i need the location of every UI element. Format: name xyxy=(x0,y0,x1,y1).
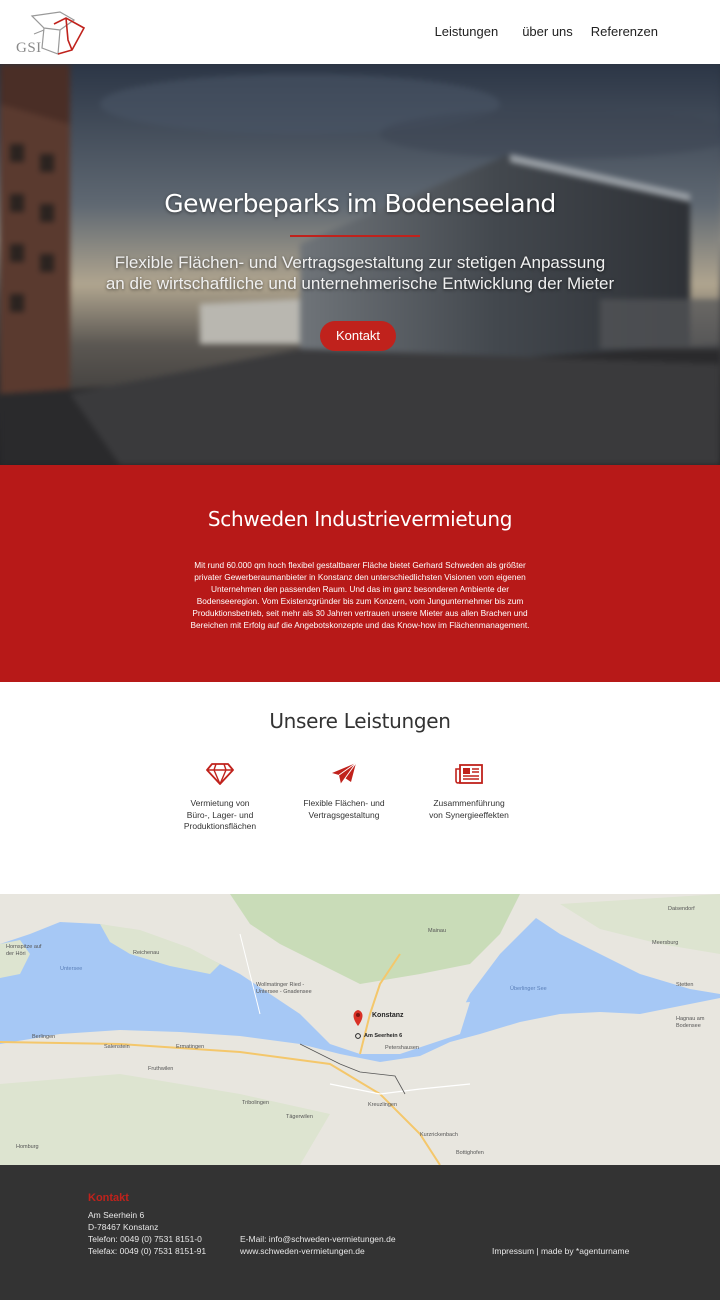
services-section: Unsere Leistungen Vermietung von Büro-, … xyxy=(0,682,720,894)
hero-title: Gewerbeparks im Bodenseeland xyxy=(164,189,556,218)
about-text: Mit rund 60.000 qm hoch flexibel gestalt… xyxy=(190,560,530,630)
service-label: Flexible Flächen- und Vertragsgestaltung xyxy=(284,798,404,821)
footer-phone: Telefon: 0049 (0) 7531 8151-0 xyxy=(88,1234,202,1244)
footer-city: D-78467 Konstanz xyxy=(88,1222,159,1232)
map-label-salenstein: Salenstein xyxy=(104,1044,130,1050)
service-label-line: Vertragsgestaltung xyxy=(308,809,380,820)
map-marker-label: Am Seerhein 6 xyxy=(364,1033,403,1039)
about-section: Schweden Industrievermietung Mit rund 60… xyxy=(0,465,720,682)
map-label-hagnau: Hagnau am Bodensee xyxy=(676,1016,705,1029)
nav-leistungen[interactable]: Leistungen xyxy=(435,24,499,39)
services-title: Unsere Leistungen xyxy=(269,709,451,733)
map-canvas[interactable] xyxy=(0,894,720,1165)
about-title: Schweden Industrievermietung xyxy=(207,507,513,531)
main-nav: Leistungen über uns Referenzen xyxy=(435,24,658,39)
map-label-taegerwilen: Tägerwilen xyxy=(286,1114,313,1120)
logo[interactable]: GSI xyxy=(14,10,86,58)
footer-fax: Telefax: 0049 (0) 7531 8151-91 xyxy=(88,1246,207,1256)
service-label-line: Vermietung von xyxy=(190,798,250,808)
logo-text: GSI xyxy=(16,40,42,56)
hero-subtitle-line: Flexible Flächen- und Vertragsgestaltung… xyxy=(114,253,606,272)
footer-legal: Impressum | made by *agenturname xyxy=(492,1245,629,1257)
nav-ueber-uns[interactable]: über uns xyxy=(522,24,573,39)
map-label-berlingen: Berlingen xyxy=(32,1034,56,1040)
location-map[interactable]: Konstanz Am Seerhein 6 Reichenau Mainau … xyxy=(0,894,720,1165)
map-label-meersburg: Meersburg xyxy=(652,940,679,946)
map-label-kurzrickenbach: Kurzrickenbach xyxy=(420,1132,458,1138)
map-label-kreuzlingen: Kreuzlingen xyxy=(368,1102,398,1108)
map-label-hornspitze: Hornspitze auf der Höri xyxy=(6,944,42,957)
service-label-line: Produktionsflächen xyxy=(183,821,257,831)
footer-web-link[interactable]: www.schweden-vermietungen.de xyxy=(240,1245,396,1257)
map-label-ermatingen: Ermatingen xyxy=(176,1044,205,1050)
map-label-untersee: Untersee xyxy=(60,966,83,972)
map-label-mainau: Mainau xyxy=(428,928,447,934)
footer-contact-title: Kontakt xyxy=(88,1192,129,1204)
newspaper-icon xyxy=(455,764,483,784)
footer-address: Am Seerhein 6 D-78467 Konstanz Telefon: … xyxy=(88,1209,206,1257)
service-label: Vermietung von Büro-, Lager- und Produkt… xyxy=(160,798,280,833)
service-label: Zusammenführung von Synergieeffekten xyxy=(409,798,529,821)
service-label-line: Flexible Flächen- und xyxy=(303,798,385,808)
map-label-daisendorf: Daisendorf xyxy=(668,906,695,912)
service-item: Zusammenführung von Synergieeffekten xyxy=(409,762,529,821)
footer-online: E-Mail: info@schweden-vermietungen.de ww… xyxy=(240,1233,396,1257)
service-label-line: Zusammenführung xyxy=(433,798,505,808)
map-label-ueberlinger-see: Überlinger See xyxy=(510,986,547,992)
service-item: Vermietung von Büro-, Lager- und Produkt… xyxy=(160,762,280,833)
nav-referenzen[interactable]: Referenzen xyxy=(591,24,658,39)
map-label-reichenau: Reichenau xyxy=(133,950,160,956)
hero-subtitle-line: an die wirtschaftliche und unternehmeris… xyxy=(105,274,615,293)
hero-section: Gewerbeparks im Bodenseeland Flexible Fl… xyxy=(0,64,720,465)
hero-divider xyxy=(290,235,420,237)
hero-subtitle: Flexible Flächen- und Vertragsgestaltung… xyxy=(60,252,660,294)
footer-email-link[interactable]: E-Mail: info@schweden-vermietungen.de xyxy=(240,1233,396,1245)
service-label-line: von Synergieeffekten xyxy=(429,809,509,820)
map-label-bottighofen: Bottighofen xyxy=(456,1150,484,1156)
map-label-petershausen: Petershausen xyxy=(385,1045,419,1051)
diamond-icon xyxy=(206,763,234,785)
footer-street: Am Seerhein 6 xyxy=(88,1210,145,1220)
map-label-stetten: Stetten xyxy=(676,982,694,988)
map-label-wollmatinger-ried: Wollmatinger Ried - Untersee - Gnadensee xyxy=(256,982,312,995)
map-label-tribolingen: Tribolingen xyxy=(242,1100,270,1106)
service-item: Flexible Flächen- und Vertragsgestaltung xyxy=(284,762,404,821)
site-header: GSI Leistungen über uns Referenzen xyxy=(0,0,720,64)
service-label-line: Büro-, Lager- und xyxy=(186,809,254,820)
paper-plane-icon xyxy=(332,762,357,785)
footer-legal-links[interactable]: Impressum | made by *agenturname xyxy=(492,1246,629,1256)
map-label-homburg: Homburg xyxy=(16,1144,39,1150)
map-label-konstanz: Konstanz xyxy=(372,1012,404,1019)
map-label-fruthwilen: Fruthwilen xyxy=(148,1066,174,1072)
contact-button[interactable]: Kontakt xyxy=(320,321,396,351)
site-footer: Kontakt Am Seerhein 6 D-78467 Konstanz T… xyxy=(0,1165,720,1300)
